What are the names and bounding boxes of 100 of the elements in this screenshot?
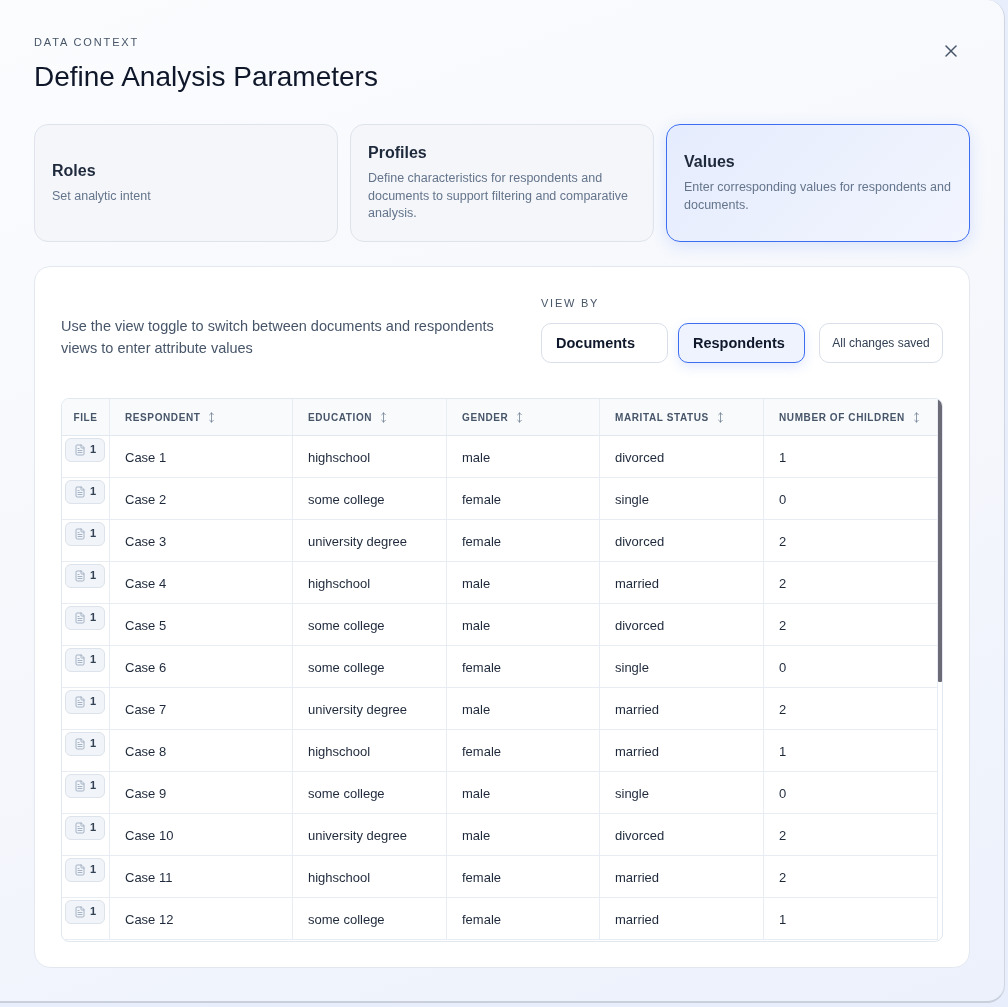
table-cell: university degree (293, 814, 447, 856)
table-cell: university degree (293, 688, 447, 730)
table-cell: male (447, 562, 600, 604)
document-icon (73, 444, 86, 456)
step-description: Set analytic intent (52, 187, 152, 205)
table-cell: divorced (600, 520, 764, 562)
file-count-button[interactable]: 1 (65, 648, 105, 672)
view-toggle-button[interactable]: Respondents (678, 323, 805, 363)
table-cell: male (447, 436, 600, 478)
step-description: Define characteristics for respondents and documents to support filtering and comparative analysis. (368, 170, 629, 223)
table-cell: some college (293, 646, 447, 688)
table-cell: Case 9 (110, 772, 293, 814)
table-cell: single (600, 478, 764, 520)
table-cell: some college (293, 604, 447, 646)
table-cell: 0 (764, 772, 938, 814)
table-cell: 2 (764, 856, 938, 898)
document-icon (73, 906, 86, 918)
document-icon (73, 696, 86, 708)
table-cell: male (447, 688, 600, 730)
table-cell: 1 (764, 898, 938, 940)
column-header: FILE (62, 399, 110, 435)
table-cell: 2 (764, 688, 938, 730)
table-cell: highschool (293, 730, 447, 772)
file-count-button[interactable]: 1 (65, 690, 105, 714)
file-count-button[interactable]: 1 (65, 564, 105, 588)
step-title: Values (684, 152, 736, 172)
table-cell: married (600, 856, 764, 898)
table-cell: female (447, 856, 600, 898)
table-cell: highschool (293, 562, 447, 604)
table-cell: Case 8 (110, 730, 293, 772)
table-cell: married (600, 898, 764, 940)
table-cell: 1 (764, 730, 938, 772)
table-cell: some college (293, 898, 447, 940)
document-icon (73, 528, 86, 540)
table-cell: highschool (293, 856, 447, 898)
step-card[interactable]: Values Enter corresponding values for respondents and documents. (666, 124, 970, 242)
document-icon (73, 654, 86, 666)
file-count-button[interactable]: 1 (65, 774, 105, 798)
document-icon (73, 864, 86, 876)
column-header[interactable]: MARITAL STATUS (600, 399, 764, 435)
table-cell: male (447, 772, 600, 814)
file-count-button[interactable]: 1 (65, 480, 105, 504)
table-cell: university degree (293, 520, 447, 562)
table-cell: male (447, 604, 600, 646)
document-icon (73, 486, 86, 498)
table-cell: Case 5 (110, 604, 293, 646)
file-count-button[interactable]: 1 (65, 438, 105, 462)
file-count-button[interactable]: 1 (65, 816, 105, 840)
table-cell: 2 (764, 814, 938, 856)
view-toggle-button[interactable]: Documents (541, 323, 668, 363)
file-count-button[interactable]: 1 (65, 522, 105, 546)
table-cell: Case 2 (110, 478, 293, 520)
step-title: Roles (52, 160, 97, 181)
table-cell: female (447, 898, 600, 940)
step-description: Enter corresponding values for respondents and documents. (684, 179, 952, 214)
file-count-button[interactable]: 1 (65, 900, 105, 924)
table-cell: some college (293, 478, 447, 520)
table-cell: Case 3 (110, 520, 293, 562)
table-cell: Case 1 (110, 436, 293, 478)
view-by-label: VIEW BY (541, 297, 600, 310)
scrollbar-thumb[interactable] (938, 399, 942, 682)
save-status: All changes saved (819, 323, 943, 363)
table-cell: some college (293, 772, 447, 814)
document-icon (73, 570, 86, 582)
section-label: DATA CONTEXT (34, 36, 140, 49)
instructions-text: Use the view toggle to switch between documents and respondents views to enter attribute values (61, 317, 495, 358)
table-cell: married (600, 562, 764, 604)
table-cell: male (447, 814, 600, 856)
file-count-button[interactable]: 1 (65, 858, 105, 882)
table-cell: Case 11 (110, 856, 293, 898)
file-count-button[interactable]: 1 (65, 606, 105, 630)
document-icon (73, 612, 86, 624)
table-cell: female (447, 478, 600, 520)
column-header[interactable]: EDUCATION (293, 399, 447, 435)
step-card[interactable]: Roles Set analytic intent (34, 124, 338, 242)
column-header[interactable]: GENDER (447, 399, 600, 435)
step-card[interactable]: Profiles Define characteristics for respondents and documents to support filtering and comparative analysis. (350, 124, 654, 242)
table-cell: divorced (600, 814, 764, 856)
table-cell: female (447, 646, 600, 688)
table-cell: divorced (600, 604, 764, 646)
step-title: Profiles (368, 143, 428, 164)
table-cell: married (600, 688, 764, 730)
table-cell: divorced (600, 436, 764, 478)
table-cell: married (600, 730, 764, 772)
document-icon (73, 780, 86, 792)
table-cell: Case 7 (110, 688, 293, 730)
table-cell: Case 12 (110, 898, 293, 940)
table-cell: single (600, 772, 764, 814)
table-cell: highschool (293, 436, 447, 478)
table-cell: female (447, 520, 600, 562)
dialog-title: Define Analysis Parameters (34, 61, 378, 93)
document-icon (73, 822, 86, 834)
document-icon (73, 738, 86, 750)
file-count-button[interactable]: 1 (65, 732, 105, 756)
column-header[interactable]: RESPONDENT (110, 399, 293, 435)
table-cell: Case 4 (110, 562, 293, 604)
table-cell: single (600, 646, 764, 688)
table-cell: female (447, 730, 600, 772)
table-cell: Case 6 (110, 646, 293, 688)
table-cell: Case 10 (110, 814, 293, 856)
